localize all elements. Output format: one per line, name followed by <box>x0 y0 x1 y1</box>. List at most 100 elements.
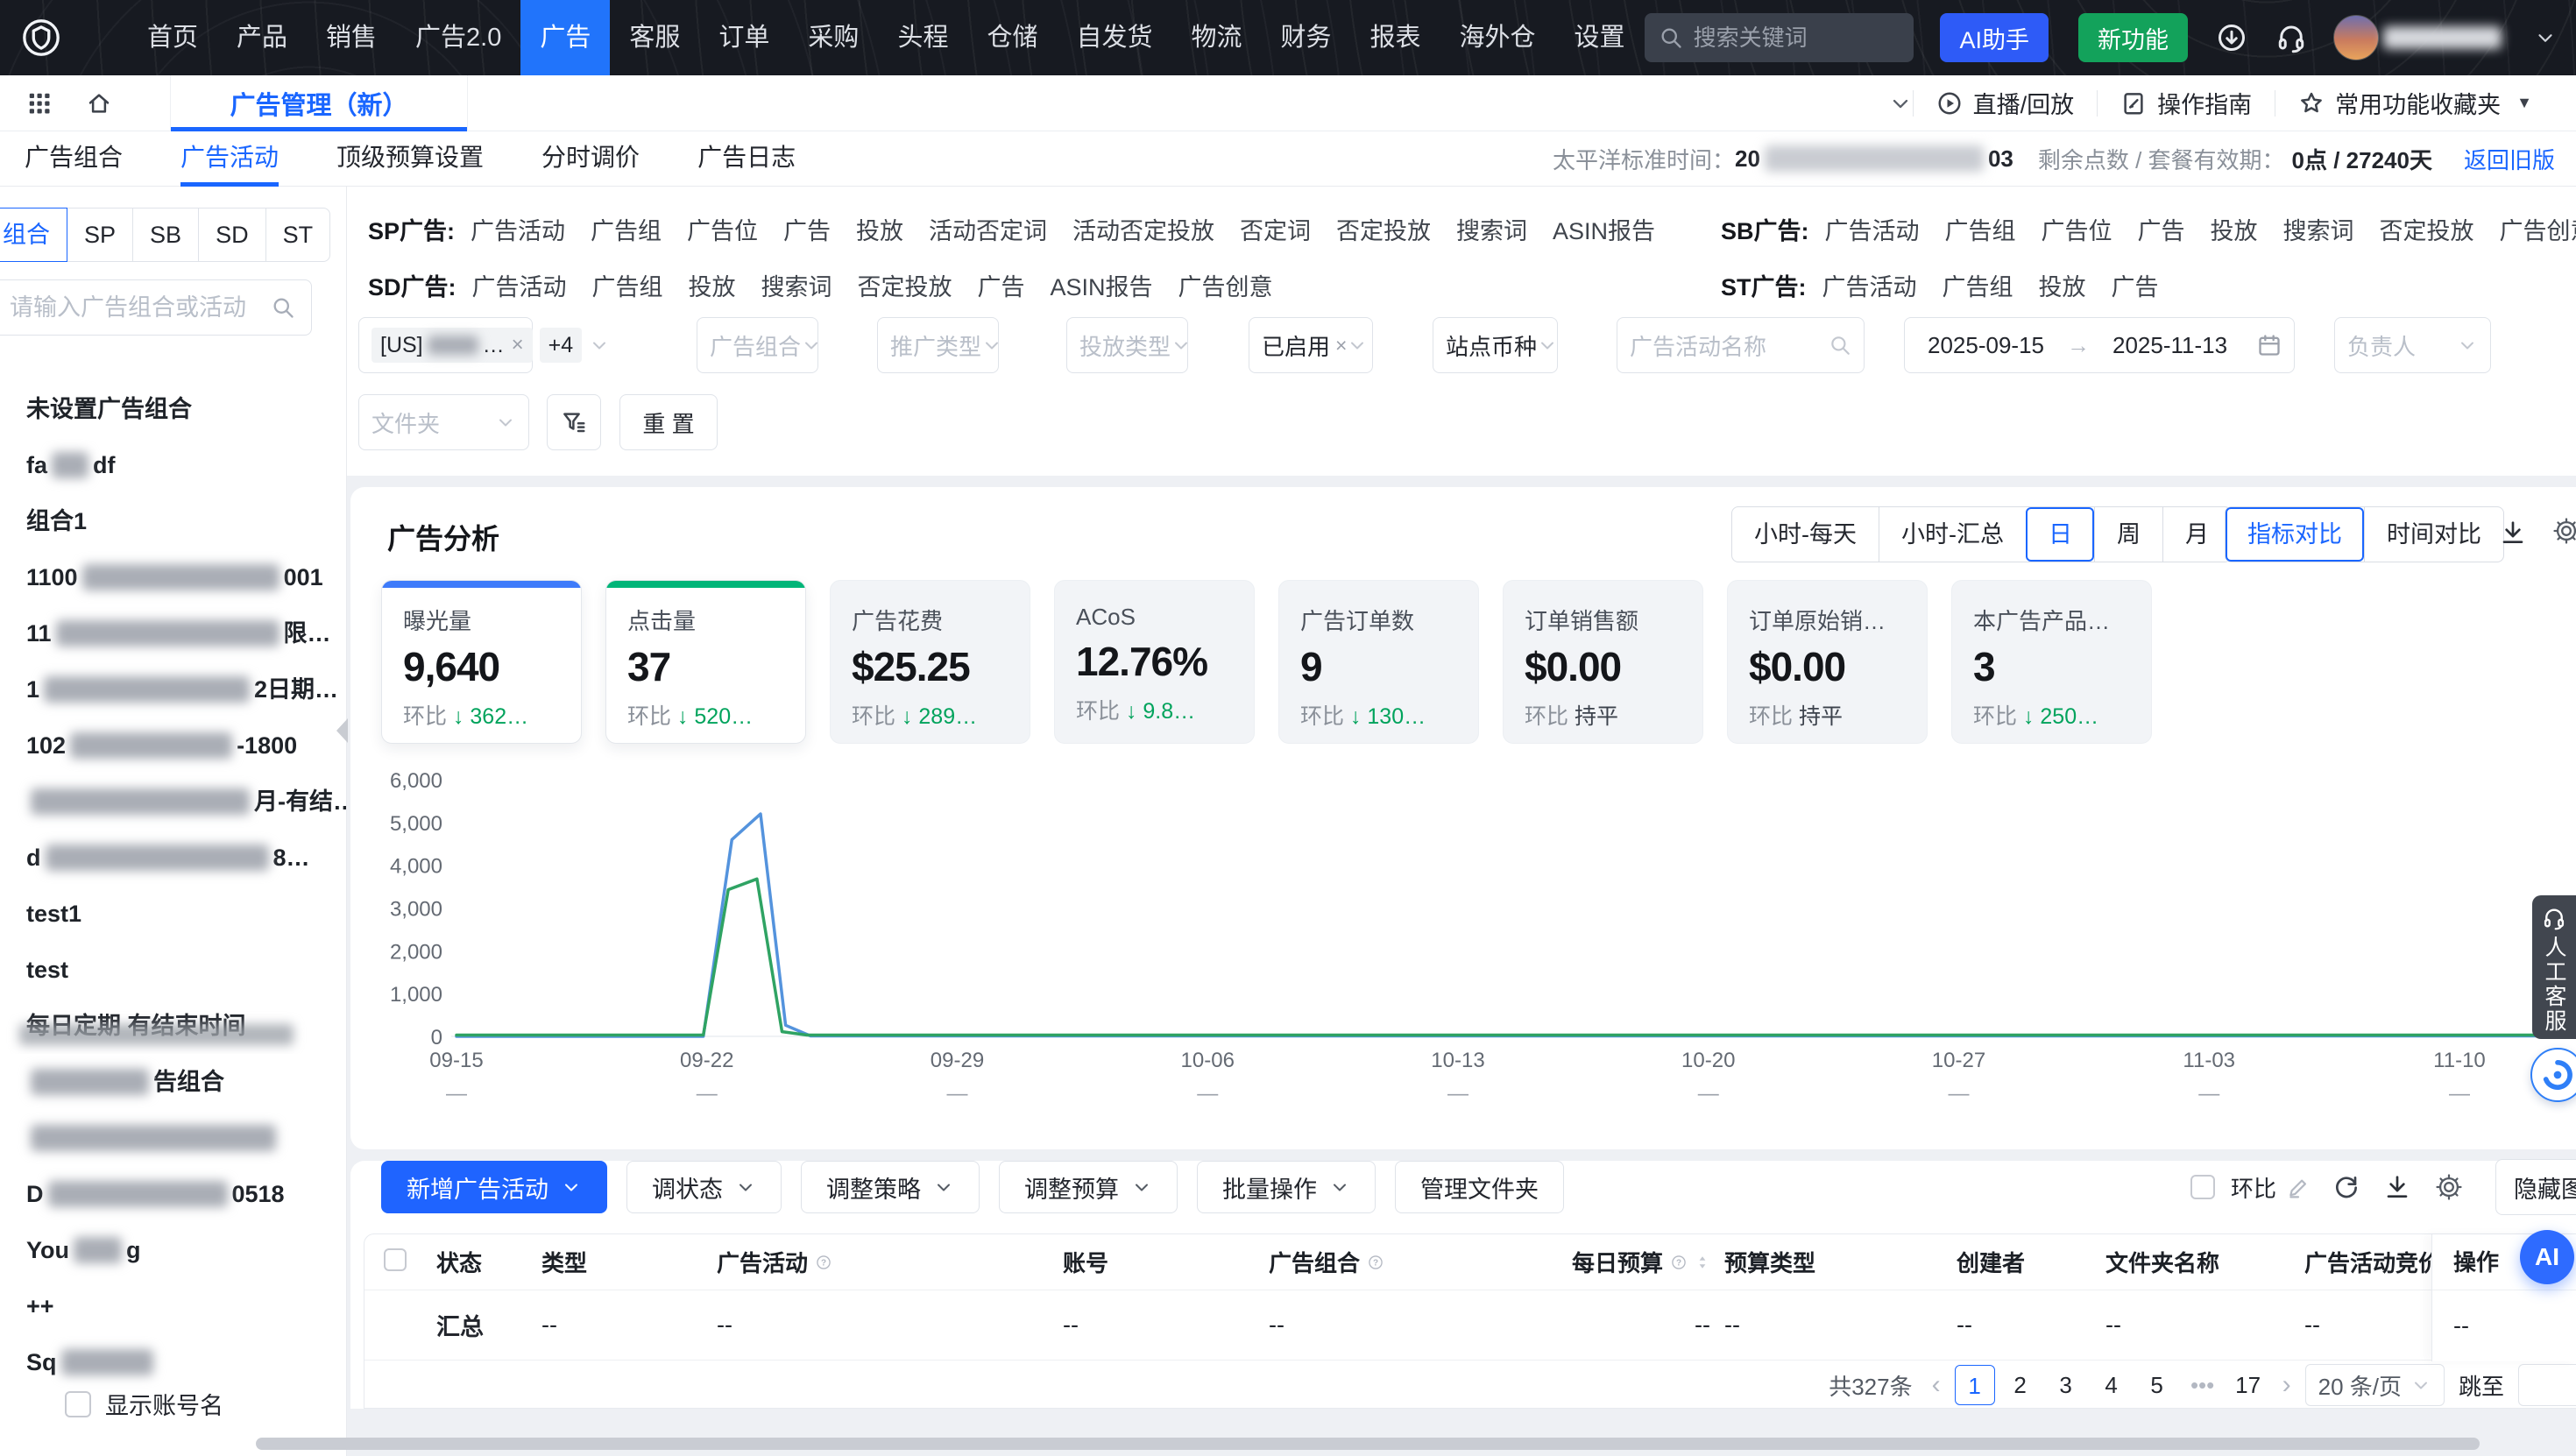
portfolio-item[interactable]: 月-有结… <box>0 774 346 830</box>
prev-page-icon[interactable]: ‹ <box>1932 1370 1941 1400</box>
column-header-创建者[interactable]: 创建者 <box>1957 1246 2105 1278</box>
portfolio-item[interactable]: test <box>0 942 346 998</box>
nav-item-产品[interactable]: 产品 <box>217 0 307 75</box>
sidebar-tab-SD[interactable]: SD <box>198 208 266 262</box>
next-page-icon[interactable]: › <box>2282 1370 2291 1400</box>
column-header-广告活动竞价[interactable]: 广告活动竞价 <box>2304 1246 2432 1278</box>
quick-link-ASIN报告[interactable]: ASIN报告 <box>1051 268 1153 302</box>
table-settings-gear-icon[interactable] <box>2434 1172 2464 1202</box>
edit-pencil-icon[interactable] <box>2287 1176 2310 1198</box>
quick-link-否定投放[interactable]: 否定投放 <box>2380 212 2474 246</box>
nav-item-自发货[interactable]: 自发货 <box>1057 0 1171 75</box>
advanced-filter-button[interactable] <box>547 394 601 450</box>
quick-link-广告活动[interactable]: 广告活动 <box>471 212 565 246</box>
column-header-类型[interactable]: 类型 <box>541 1246 717 1278</box>
nav-item-广告2.0[interactable]: 广告2.0 <box>396 0 520 75</box>
nav-item-客服[interactable]: 客服 <box>610 0 699 75</box>
sidebar-search-input[interactable] <box>10 294 246 322</box>
period-周[interactable]: 周 <box>2094 507 2162 562</box>
metric-card-订单销售额[interactable]: 订单销售额$0.00环比 持平 <box>1503 580 1703 744</box>
support-headset-icon[interactable] <box>2275 22 2307 53</box>
remove-status-icon[interactable]: × <box>1335 334 1347 357</box>
quick-link-投放[interactable]: 投放 <box>689 268 736 302</box>
download-center-icon[interactable] <box>2216 22 2247 53</box>
nav-item-首页[interactable]: 首页 <box>128 0 217 75</box>
quick-link-否定投放[interactable]: 否定投放 <box>1336 212 1431 246</box>
hide-chart-button[interactable]: 隐藏图表 <box>2495 1159 2576 1215</box>
toolbar-button-调整策略[interactable]: 调整策略 <box>801 1161 980 1213</box>
period-日[interactable]: 日 <box>2026 507 2094 562</box>
column-header-每日预算[interactable]: 每日预算? <box>1505 1246 1724 1278</box>
metric-card-订单原始销…[interactable]: 订单原始销…$0.00环比 持平 <box>1727 580 1928 744</box>
quick-link-搜索词[interactable]: 搜索词 <box>2283 212 2354 246</box>
quick-link-广告位[interactable]: 广告位 <box>2042 212 2112 246</box>
chart-settings-gear-icon[interactable] <box>2551 516 2576 546</box>
folder-filter-select[interactable]: 文件夹 <box>358 394 529 450</box>
portfolio-item[interactable]: 组合1 <box>0 493 346 549</box>
portfolio-item[interactable]: ++ <box>0 1278 346 1334</box>
nav-item-海外仓[interactable]: 海外仓 <box>1440 0 1555 75</box>
sidebar-tab-SB[interactable]: SB <box>132 208 199 262</box>
portfolio-item[interactable]: 告组合 <box>0 1054 346 1110</box>
human-support-panel[interactable]: 人工客服 <box>2532 895 2576 1039</box>
portfolio-item[interactable]: 102-1800 <box>0 717 346 774</box>
quick-link-广告[interactable]: 广告 <box>2112 268 2159 302</box>
quick-link-否定投放[interactable]: 否定投放 <box>858 268 952 302</box>
page-3[interactable]: 3 <box>2046 1365 2086 1405</box>
page-17[interactable]: 17 <box>2228 1365 2268 1405</box>
column-header-状态[interactable]: 状态 <box>436 1246 541 1278</box>
metric-card-本广告产品…[interactable]: 本广告产品…3环比 ↓ 250… <box>1951 580 2152 744</box>
quick-link-搜索词[interactable]: 搜索词 <box>761 268 832 302</box>
guide-link[interactable]: 操作指南 <box>2098 86 2275 120</box>
portfolio-item[interactable]: Youg <box>0 1222 346 1278</box>
period-小时-每天[interactable]: 小时-每天 <box>1732 507 1879 562</box>
quick-link-广告活动[interactable]: 广告活动 <box>472 268 567 302</box>
nav-item-财务[interactable]: 财务 <box>1262 0 1351 75</box>
refresh-icon[interactable] <box>2332 1173 2360 1201</box>
metric-card-ACoS[interactable]: ACoS12.76%环比 ↓ 9.8… <box>1054 580 1255 744</box>
sidebar-collapse-handle[interactable] <box>336 718 348 743</box>
nav-item-仓储[interactable]: 仓储 <box>967 0 1057 75</box>
nav-item-订单[interactable]: 订单 <box>699 0 789 75</box>
quick-link-广告活动[interactable]: 广告活动 <box>1822 268 1917 302</box>
portfolio-item[interactable]: d8… <box>0 830 346 886</box>
quick-link-广告组[interactable]: 广告组 <box>592 268 663 302</box>
sort-icon[interactable] <box>1695 1255 1710 1270</box>
portfolio-item[interactable]: 12日期… <box>0 661 346 717</box>
portfolio-item[interactable]: 11限… <box>0 605 346 661</box>
nav-item-头程[interactable]: 头程 <box>878 0 967 75</box>
quick-link-活动否定词[interactable]: 活动否定词 <box>929 212 1047 246</box>
portfolio-item[interactable]: 1100001 <box>0 549 346 605</box>
nav-item-报表[interactable]: 报表 <box>1351 0 1440 75</box>
remove-tag-icon[interactable]: × <box>512 333 524 357</box>
promo-type-filter-select[interactable]: 推广类型 <box>877 317 999 373</box>
quick-link-广告组[interactable]: 广告组 <box>591 212 662 246</box>
metric-card-广告花费[interactable]: 广告花费$25.25环比 ↓ 289… <box>830 580 1030 744</box>
global-search[interactable] <box>1645 13 1914 62</box>
apps-grid-icon[interactable] <box>26 90 53 117</box>
targeting-type-filter-select[interactable]: 投放类型 <box>1066 317 1188 373</box>
toolbar-button-调整预算[interactable]: 调整预算 <box>999 1161 1178 1213</box>
new-features-button[interactable]: 新功能 <box>2078 13 2188 62</box>
quick-link-活动否定投放[interactable]: 活动否定投放 <box>1072 212 1214 246</box>
quick-link-投放[interactable]: 投放 <box>2211 212 2258 246</box>
nav-item-采购[interactable]: 采购 <box>789 0 878 75</box>
column-header-账号[interactable]: 账号 <box>1063 1246 1269 1278</box>
section-tab-分时调价[interactable]: 分时调价 <box>541 131 640 187</box>
page-5[interactable]: 5 <box>2137 1365 2177 1405</box>
nav-item-物流[interactable]: 物流 <box>1171 0 1261 75</box>
favorites-link[interactable]: 常用功能收藏夹 ▼ <box>2275 86 2555 120</box>
quick-link-广告组[interactable]: 广告组 <box>1945 212 2016 246</box>
quick-link-ASIN报告[interactable]: ASIN报告 <box>1553 212 1655 246</box>
page-2[interactable]: 2 <box>2000 1365 2041 1405</box>
user-menu-chevron-icon[interactable] <box>2534 26 2557 49</box>
select-all-checkbox[interactable] <box>384 1248 436 1276</box>
quick-link-广告活动[interactable]: 广告活动 <box>1825 212 1920 246</box>
sidebar-search[interactable] <box>0 279 312 336</box>
section-tab-广告日志[interactable]: 广告日志 <box>697 131 796 187</box>
user-avatar[interactable] <box>2333 15 2379 60</box>
ai-assistant-button[interactable]: AI助手 <box>1940 13 2049 62</box>
export-table-icon[interactable] <box>2383 1173 2411 1201</box>
section-tab-顶级预算设置[interactable]: 顶级预算设置 <box>336 131 484 187</box>
column-header-广告组合[interactable]: 广告组合? <box>1269 1246 1505 1278</box>
